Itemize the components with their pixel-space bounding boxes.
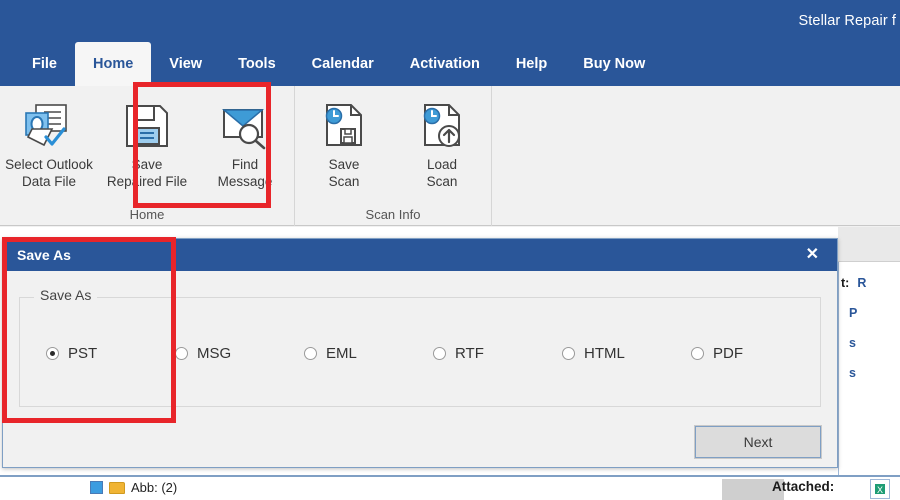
detail-row: t: R	[841, 276, 900, 306]
tab-activation[interactable]: Activation	[392, 42, 498, 86]
radio-option-eml[interactable]: EML	[304, 345, 433, 362]
radio-dot-icon	[175, 346, 188, 360]
document-load-scan-icon	[417, 98, 467, 154]
ribbon-tab-strip: File Home View Tools Calendar Activation…	[0, 42, 900, 86]
dialog-body: Save As PST MSG EML RTF HTML PDF Next	[3, 271, 837, 468]
load-scan-button[interactable]: Load Scan	[393, 92, 491, 192]
detail-value: s	[849, 336, 856, 350]
tab-buy-now-label: Buy Now	[583, 56, 646, 72]
save-as-groupbox: Save As PST MSG EML RTF HTML PDF	[19, 287, 821, 408]
ribbon-group-empty	[491, 86, 900, 226]
save-as-groupbox-legend: Save As	[34, 287, 98, 303]
radio-dot-icon	[46, 346, 59, 360]
save-repaired-file-label: Save Repaired File	[106, 157, 188, 189]
dialog-title-bar: Save As ✕	[3, 239, 837, 271]
tab-activation-label: Activation	[409, 56, 480, 72]
radio-option-rtf[interactable]: RTF	[433, 345, 562, 362]
folder-tree-item[interactable]: Abb: (2)	[90, 480, 177, 495]
select-outlook-data-file-label: Select Outlook Data File	[5, 157, 93, 189]
tab-file[interactable]: File	[14, 42, 75, 86]
detail-row: s	[841, 366, 900, 396]
radio-option-html[interactable]: HTML	[562, 345, 691, 362]
save-scan-button[interactable]: Save Scan	[295, 92, 393, 192]
radio-label: RTF	[455, 344, 484, 362]
select-outlook-data-file-icon	[22, 98, 76, 154]
select-outlook-data-file-button[interactable]: Select Outlook Data File	[0, 92, 98, 192]
dialog-title: Save As	[17, 247, 71, 263]
floppy-disk-save-icon	[122, 98, 172, 154]
save-repaired-file-button[interactable]: Save Repaired File	[98, 92, 196, 192]
title-bar: Stellar Repair f	[0, 0, 900, 42]
tab-view-label: View	[169, 56, 203, 72]
application-window: Stellar Repair f File Home View Tools Ca…	[0, 0, 900, 500]
tab-home[interactable]: Home	[74, 42, 152, 86]
document-save-scan-icon	[319, 98, 369, 154]
tab-tools-label: Tools	[238, 56, 276, 72]
tab-buy-now[interactable]: Buy Now	[565, 42, 663, 86]
detail-row: P	[841, 306, 900, 336]
envelope-search-icon	[218, 98, 272, 154]
message-detail-pane: t: R P s s	[838, 262, 900, 475]
tab-tools[interactable]: Tools	[220, 42, 294, 86]
load-scan-label: Load Scan	[426, 157, 458, 189]
detail-row: s	[841, 336, 900, 366]
detail-value: P	[849, 306, 858, 320]
save-scan-label: Save Scan	[328, 157, 360, 189]
radio-label: HTML	[584, 344, 625, 362]
radio-dot-icon	[304, 346, 317, 360]
tab-file-label: File	[32, 56, 57, 72]
folder-tree-item-label: Abb: (2)	[131, 480, 178, 495]
ribbon-group-scan-info-label: Scan Info	[365, 207, 421, 222]
tab-calendar[interactable]: Calendar	[294, 42, 392, 86]
radio-label: PST	[68, 344, 98, 362]
detail-value: s	[849, 366, 856, 380]
app-title: Stellar Repair f	[798, 13, 896, 29]
attached-label: Attached:	[772, 479, 835, 494]
tab-help-label: Help	[515, 56, 548, 72]
ribbon-group-scan-info: Save Scan Load Scan Scan Info	[294, 86, 491, 226]
tab-calendar-label: Calendar	[311, 56, 374, 72]
next-button[interactable]: Next	[694, 425, 822, 459]
checkbox-icon[interactable]	[90, 481, 103, 494]
radio-dot-icon	[433, 346, 446, 360]
detail-pane-header	[838, 227, 900, 262]
format-radio-group: PST MSG EML RTF HTML PDF	[20, 298, 820, 408]
tab-view[interactable]: View	[151, 42, 220, 86]
ribbon-group-home-label: Home	[129, 207, 165, 222]
bottom-strip: Abb: (2) Attached: X	[0, 475, 900, 500]
find-message-label: Find Message	[217, 157, 273, 189]
radio-option-pdf[interactable]: PDF	[691, 345, 820, 362]
radio-option-msg[interactable]: MSG	[175, 345, 304, 362]
save-as-dialog: Save As ✕ Save As PST MSG EML RTF HTML P…	[2, 238, 838, 468]
radio-label: MSG	[197, 344, 232, 362]
ribbon: Select Outlook Data File Save Repaired F…	[0, 86, 900, 226]
radio-dot-icon	[562, 346, 575, 360]
svg-text:X: X	[877, 485, 883, 495]
detail-value: R	[857, 276, 867, 290]
close-icon[interactable]: ✕	[806, 247, 819, 263]
detail-key: t:	[841, 276, 850, 290]
tab-home-label: Home	[92, 56, 134, 72]
radio-dot-icon	[691, 346, 704, 360]
radio-option-pst[interactable]: PST	[46, 345, 175, 362]
radio-label: EML	[326, 344, 357, 362]
attachment-icon[interactable]: X	[870, 479, 890, 499]
folder-icon	[109, 481, 125, 494]
find-message-button[interactable]: Find Message	[196, 92, 294, 192]
tab-help[interactable]: Help	[498, 42, 565, 86]
ribbon-group-home: Select Outlook Data File Save Repaired F…	[0, 86, 294, 226]
radio-label: PDF	[713, 344, 743, 362]
